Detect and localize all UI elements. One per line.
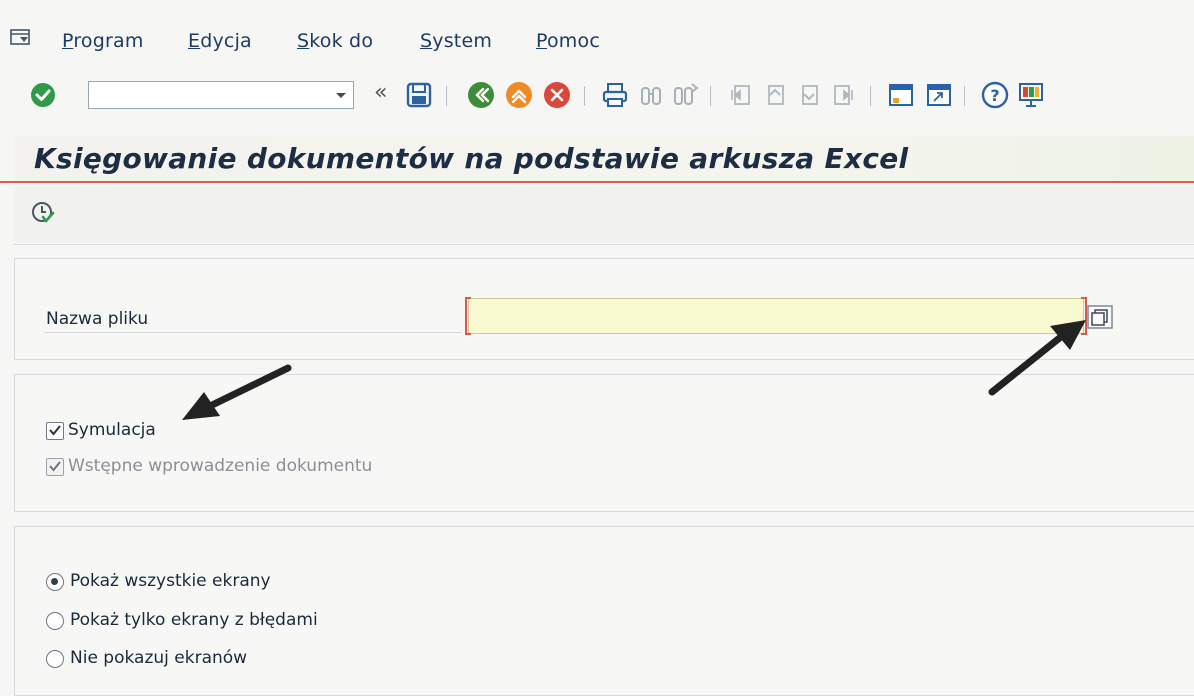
shortcut-icon[interactable] bbox=[924, 80, 954, 110]
toolbar-separator bbox=[870, 86, 871, 106]
execute-icon[interactable] bbox=[30, 200, 56, 226]
annotation-arrow-icon bbox=[182, 364, 292, 420]
command-field[interactable] bbox=[88, 81, 354, 109]
save-icon[interactable] bbox=[404, 80, 434, 110]
toolbar-separator bbox=[584, 86, 585, 106]
required-bracket bbox=[465, 297, 471, 335]
annotation-arrow-icon bbox=[988, 320, 1086, 396]
menu-skok-do[interactable]: Skok do bbox=[297, 30, 373, 52]
radio-show-error-screens[interactable] bbox=[46, 612, 64, 630]
no-screens-label: Nie pokazuj ekranów bbox=[70, 648, 248, 668]
toolbar-separator bbox=[446, 86, 447, 106]
menu-pomoc[interactable]: Pomoc bbox=[536, 30, 600, 52]
toolbar-separator bbox=[964, 86, 965, 106]
customize-layout-icon[interactable] bbox=[1016, 80, 1046, 110]
first-page-icon bbox=[731, 85, 750, 105]
create-session-icon[interactable] bbox=[886, 80, 916, 110]
title-underline bbox=[0, 181, 1194, 183]
toolbar-separator bbox=[710, 86, 711, 106]
command-dropdown-icon[interactable] bbox=[330, 82, 352, 108]
previous-page-icon bbox=[768, 85, 784, 105]
menu-program[interactable]: Program bbox=[62, 30, 144, 52]
application-toolbar bbox=[14, 186, 1194, 242]
show-error-screens-label: Pokaż tylko ekrany z błędami bbox=[70, 610, 318, 630]
simulation-checkbox[interactable] bbox=[46, 422, 64, 440]
menu-edycja[interactable]: Edycja bbox=[188, 30, 252, 52]
preliminary-posting-checkbox bbox=[46, 458, 64, 476]
find-icon bbox=[641, 87, 661, 105]
simulation-label: Symulacja bbox=[68, 420, 156, 440]
title-band: Księgowanie dokumentów na podstawie arku… bbox=[14, 136, 1194, 184]
menu-system[interactable]: System bbox=[420, 30, 492, 52]
radio-show-all-screens[interactable] bbox=[46, 573, 64, 591]
show-all-screens-label: Pokaż wszystkie ekrany bbox=[70, 571, 271, 591]
menu-bar: Program Edycja Skok do System Pomoc bbox=[0, 22, 1194, 66]
file-name-label: Nazwa pliku bbox=[46, 309, 149, 329]
toolbar-divider bbox=[14, 244, 1194, 245]
menu-toggle-icon[interactable] bbox=[10, 28, 32, 48]
page-title: Księgowanie dokumentów na podstawie arku… bbox=[34, 142, 909, 175]
enter-check-icon[interactable] bbox=[28, 80, 58, 110]
print-icon[interactable] bbox=[600, 80, 630, 110]
last-page-icon bbox=[834, 85, 853, 105]
exit-icon[interactable] bbox=[504, 80, 534, 110]
standard-toolbar: « ? bbox=[0, 70, 1194, 122]
preliminary-posting-label: Wstępne wprowadzenie dokumentu bbox=[68, 456, 373, 476]
collapse-chevron-icon[interactable]: « bbox=[374, 80, 387, 105]
back-icon[interactable] bbox=[466, 80, 496, 110]
find-next-icon bbox=[674, 83, 699, 105]
svg-text:?: ? bbox=[990, 86, 999, 105]
next-page-icon bbox=[802, 85, 818, 105]
label-underline bbox=[44, 332, 462, 333]
help-icon[interactable]: ? bbox=[980, 80, 1010, 110]
cancel-icon[interactable] bbox=[542, 80, 572, 110]
radio-no-screens[interactable] bbox=[46, 650, 64, 668]
